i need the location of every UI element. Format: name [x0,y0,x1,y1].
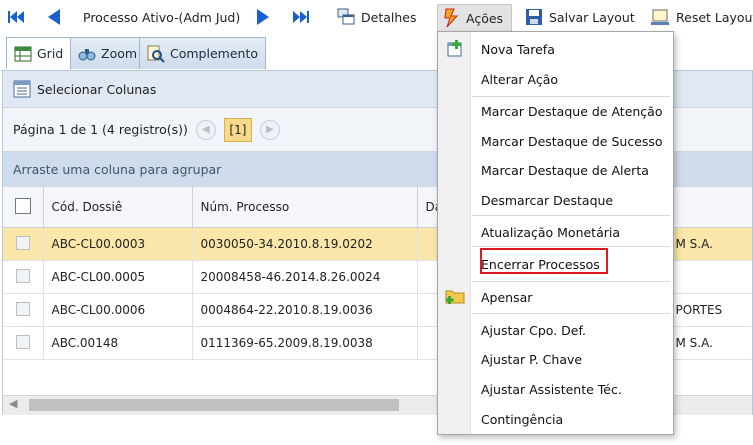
pager-next-button[interactable]: ▶ [259,119,280,140]
columns-icon [13,80,31,98]
menu-item-ajustar-cpo-def[interactable]: Ajustar Cpo. Def. [481,323,586,338]
prev-record-button[interactable] [46,4,62,30]
tab-complemento[interactable]: Complemento [139,37,266,69]
menu-item-desmarcar-destaque[interactable]: Desmarcar Destaque [481,193,613,208]
scroll-left-icon[interactable]: ◀ [9,397,17,410]
cell-dossie: ABC-CL00.0006 [43,293,193,327]
process-title: Processo Ativo-(Adm Jud) [83,9,241,25]
row-checkbox[interactable] [15,334,30,349]
last-record-button[interactable] [291,4,311,30]
pager-current-page[interactable]: [1] [223,117,252,142]
arrow-left-icon [48,9,60,25]
menu-item-apensar[interactable]: Apensar [481,290,532,305]
menu-item-destaque-alerta[interactable]: Marcar Destaque de Alerta [481,163,649,178]
menu-item-alterar-acao[interactable]: Alterar Ação [481,72,558,87]
menu-separator [472,215,670,216]
menu-separator [472,281,670,282]
menu-separator [472,96,670,97]
first-record-button[interactable] [6,4,26,30]
pager-prev-button[interactable]: ◀ [195,119,216,140]
cell-processo: 0004864-22.2010.8.19.0036 [192,293,418,327]
select-columns-button[interactable]: Selecionar Colunas [37,82,156,97]
header-num-processo[interactable]: Núm. Processo [192,187,418,228]
folder-add-icon [445,290,465,304]
menu-item-encerrar-processos[interactable]: Encerrar Processos [481,257,600,272]
tab-grid-label: Grid [37,46,64,61]
cell-dossie: ABC-CL00.0005 [43,260,193,294]
header-cod-dossie[interactable]: Cód. Dossiê [43,187,193,228]
windows-icon [337,8,355,25]
row-checkbox[interactable] [15,235,30,250]
row-checkbox[interactable] [15,301,30,316]
reset-layout-icon [651,9,669,25]
salvar-layout-label: Salvar Layout [549,9,635,25]
menu-icon-gutter [438,32,471,434]
skip-first-icon [8,11,24,23]
scrollbar-thumb[interactable] [29,399,399,411]
menu-item-destaque-atencao[interactable]: Marcar Destaque de Atenção [481,104,663,119]
tab-zoom-label: Zoom [101,46,138,61]
lightning-icon [444,8,459,28]
acoes-label: Ações [466,10,504,26]
new-task-icon [447,40,462,57]
reset-layout-button[interactable]: Reset Layout [650,4,753,30]
select-all-header[interactable] [3,187,44,228]
menu-separator [472,313,670,314]
grid-icon [14,46,32,61]
menu-item-contingencia[interactable]: Contingência [481,412,563,427]
floppy-disk-icon [526,9,542,25]
detalhes-label: Detalhes [361,9,417,25]
next-record-button[interactable] [255,4,271,30]
tab-zoom[interactable]: Zoom [70,37,146,69]
acoes-button[interactable]: Ações [437,4,513,32]
pager-info: Página 1 de 1 (4 registro(s)) [13,122,188,137]
cell-processo: 0111369-65.2009.8.19.0038 [192,326,418,360]
salvar-layout-button[interactable]: Salvar Layout [525,4,635,30]
acoes-menu: Nova Tarefa Alterar Ação Marcar Destaque… [437,31,674,435]
tab-grid[interactable]: Grid [6,37,72,69]
reset-layout-label: Reset Layout [676,9,753,25]
select-all-checkbox[interactable] [14,197,31,214]
menu-item-ajustar-p-chave[interactable]: Ajustar P. Chave [481,352,582,367]
tab-complemento-label: Complemento [170,46,258,61]
row-checkbox[interactable] [15,268,30,283]
cell-dossie: ABC-CL00.0003 [43,227,193,261]
menu-item-destaque-sucesso[interactable]: Marcar Destaque de Sucesso [481,134,663,149]
menu-item-atualizacao-monetaria[interactable]: Atualização Monetária [481,225,620,240]
menu-item-nova-tarefa[interactable]: Nova Tarefa [481,42,555,57]
skip-last-icon [293,11,309,23]
menu-separator [472,246,670,247]
arrow-right-icon [257,9,269,25]
cell-dossie: ABC.00148 [43,326,193,360]
search-document-icon [147,45,165,63]
menu-item-ajustar-assistente-tec[interactable]: Ajustar Assistente Téc. [481,382,622,397]
detalhes-button[interactable]: Detalhes [337,4,416,30]
cell-processo: 0030050-34.2010.8.19.0202 [192,227,418,261]
binoculars-icon [78,48,96,60]
chevron-left-icon: ◀ [202,124,210,135]
cell-processo: 20008458-46.2014.8.26.0024 [192,260,418,294]
chevron-right-icon: ▶ [266,124,274,135]
